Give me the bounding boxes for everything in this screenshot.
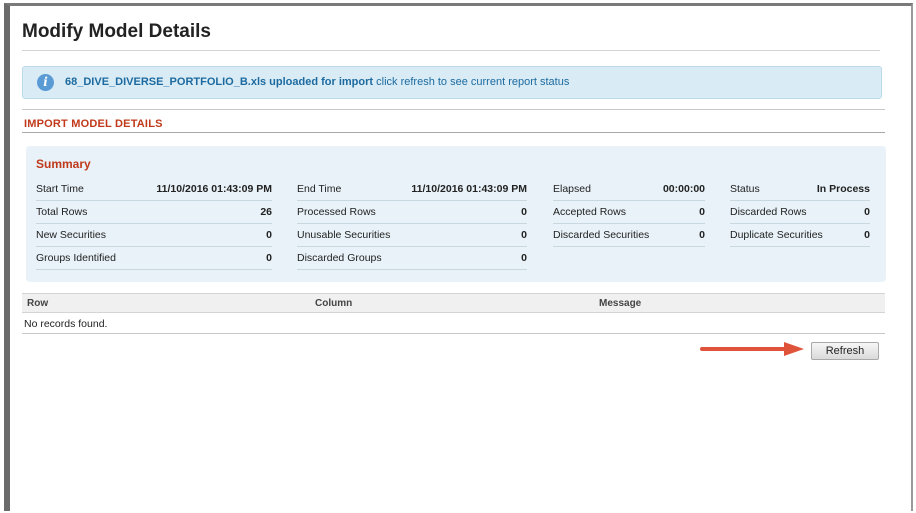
section-title: IMPORT MODEL DETAILS [24, 118, 163, 130]
arrow-right-icon [700, 342, 804, 356]
summary-panel: Summary Start Time 11/10/2016 01:43:09 P… [26, 146, 886, 282]
page-title: Modify Model Details [22, 21, 211, 42]
accepted-rows-field: Accepted Rows 0 [553, 201, 705, 224]
status-field: Status In Process [730, 178, 870, 201]
discarded-groups-label: Discarded Groups [297, 252, 382, 264]
duplicate-securities-field: Duplicate Securities 0 [730, 224, 870, 247]
elapsed-field: Elapsed 00:00:00 [553, 178, 705, 201]
discarded-securities-value: 0 [699, 229, 705, 241]
processed-rows-value: 0 [521, 206, 527, 218]
accepted-rows-value: 0 [699, 206, 705, 218]
discarded-rows-label: Discarded Rows [730, 206, 807, 218]
total-rows-field: Total Rows 26 [36, 201, 272, 224]
duplicate-securities-value: 0 [864, 229, 870, 241]
section-divider-top [22, 109, 885, 110]
discarded-rows-value: 0 [864, 206, 870, 218]
groups-identified-field: Groups Identified 0 [36, 247, 272, 270]
end-time-field: End Time 11/10/2016 01:43:09 PM [297, 178, 527, 201]
groups-identified-value: 0 [266, 252, 272, 264]
grid-divider [22, 333, 885, 334]
end-time-value: 11/10/2016 01:43:09 PM [411, 183, 527, 195]
unusable-securities-field: Unusable Securities 0 [297, 224, 527, 247]
records-grid-header: Row Column Message [22, 293, 885, 313]
section-divider-bottom [22, 132, 885, 133]
refresh-hint: click refresh to see current report stat… [376, 76, 570, 88]
status-label: Status [730, 183, 760, 195]
total-rows-value: 26 [260, 206, 272, 218]
unusable-securities-label: Unusable Securities [297, 229, 391, 241]
refresh-button[interactable]: Refresh [811, 342, 879, 360]
new-securities-label: New Securities [36, 229, 107, 241]
discarded-securities-label: Discarded Securities [553, 229, 650, 241]
processed-rows-label: Processed Rows [297, 206, 376, 218]
processed-rows-field: Processed Rows 0 [297, 201, 527, 224]
unusable-securities-value: 0 [521, 229, 527, 241]
start-time-value: 11/10/2016 01:43:09 PM [156, 183, 272, 195]
empty-grid-message: No records found. [24, 318, 108, 330]
new-securities-value: 0 [266, 229, 272, 241]
end-time-label: End Time [297, 183, 342, 195]
info-banner: i 68_DIVE_DIVERSE_PORTFOLIO_B.xls upload… [22, 66, 882, 99]
elapsed-value: 00:00:00 [662, 183, 705, 195]
start-time-label: Start Time [36, 183, 84, 195]
column-header-message[interactable]: Message [599, 298, 641, 309]
groups-identified-label: Groups Identified [36, 252, 116, 264]
column-header-column[interactable]: Column [315, 298, 352, 309]
info-banner-text: 68_DIVE_DIVERSE_PORTFOLIO_B.xls uploaded… [65, 76, 569, 88]
discarded-rows-field: Discarded Rows 0 [730, 201, 870, 224]
elapsed-label: Elapsed [553, 183, 591, 195]
title-divider [22, 50, 880, 51]
accepted-rows-label: Accepted Rows [553, 206, 626, 218]
discarded-securities-field: Discarded Securities 0 [553, 224, 705, 247]
uploaded-file-message: 68_DIVE_DIVERSE_PORTFOLIO_B.xls uploaded… [65, 76, 374, 88]
start-time-field: Start Time 11/10/2016 01:43:09 PM [36, 178, 272, 201]
summary-title: Summary [36, 157, 91, 171]
status-value: In Process [816, 183, 870, 195]
duplicate-securities-label: Duplicate Securities [730, 229, 823, 241]
discarded-groups-field: Discarded Groups 0 [297, 247, 527, 270]
info-icon: i [37, 74, 54, 91]
discarded-groups-value: 0 [521, 252, 527, 264]
total-rows-label: Total Rows [36, 206, 88, 218]
column-header-row[interactable]: Row [27, 298, 48, 309]
new-securities-field: New Securities 0 [36, 224, 272, 247]
